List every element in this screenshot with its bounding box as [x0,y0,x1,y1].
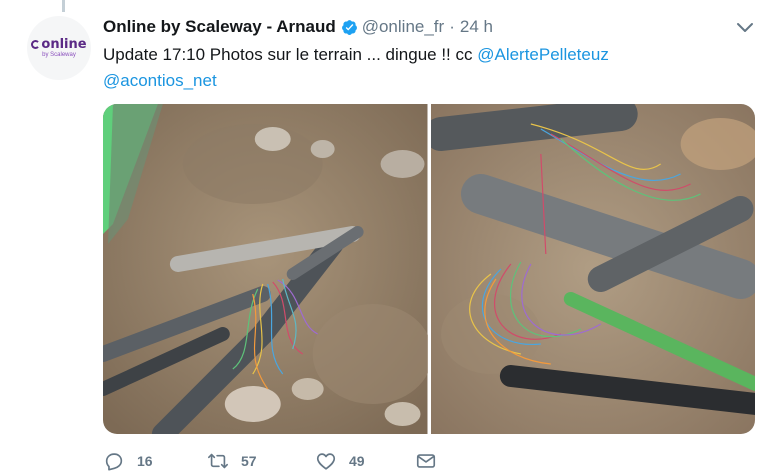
media-grid [103,104,755,434]
avatar-logo: online [31,37,87,52]
avatar[interactable]: online by Scaleway [27,16,91,80]
chevron-down-icon[interactable] [736,20,754,34]
header-separator: · [449,17,455,36]
photo-2-image [430,104,755,434]
retweet-icon [208,453,228,469]
like-count: 49 [349,453,365,469]
heart-icon [316,453,336,470]
like-button[interactable]: 49 [315,450,415,472]
direct-message-button[interactable] [415,450,437,472]
tweet-text: Update 17:10 Photos sur le terrain ... d… [103,42,743,94]
mention-link[interactable]: @acontios_net [103,71,217,90]
tweet-timestamp[interactable]: 24 h [460,17,493,37]
reply-icon [105,453,123,471]
tweet-header: Online by Scaleway - Arnaud @online_fr ·… [103,17,720,37]
reply-count: 16 [137,453,153,469]
avatar-logo-subtext: by Scaleway [42,52,76,58]
retweet-count: 57 [241,453,257,469]
thread-connector-line [62,0,65,12]
photo-1-image [103,104,428,434]
author-name[interactable]: Online by Scaleway - Arnaud [103,17,336,37]
reply-button[interactable]: 16 [103,450,207,472]
mention-link[interactable]: @AlertePelleteuz [477,45,609,64]
tweet-text-body: Update 17:10 Photos sur le terrain ... d… [103,45,478,64]
tweet-photo-1[interactable] [103,104,428,434]
tweet-photo-2[interactable] [430,104,755,434]
logo-mark-icon [31,40,41,49]
retweet-button[interactable]: 57 [207,450,315,472]
tweet-actions: 16 57 49 [103,450,437,472]
verified-badge-icon [341,19,357,35]
avatar-logo-text: online [41,37,87,52]
envelope-icon [416,454,436,468]
author-handle[interactable]: @online_fr [362,17,444,37]
